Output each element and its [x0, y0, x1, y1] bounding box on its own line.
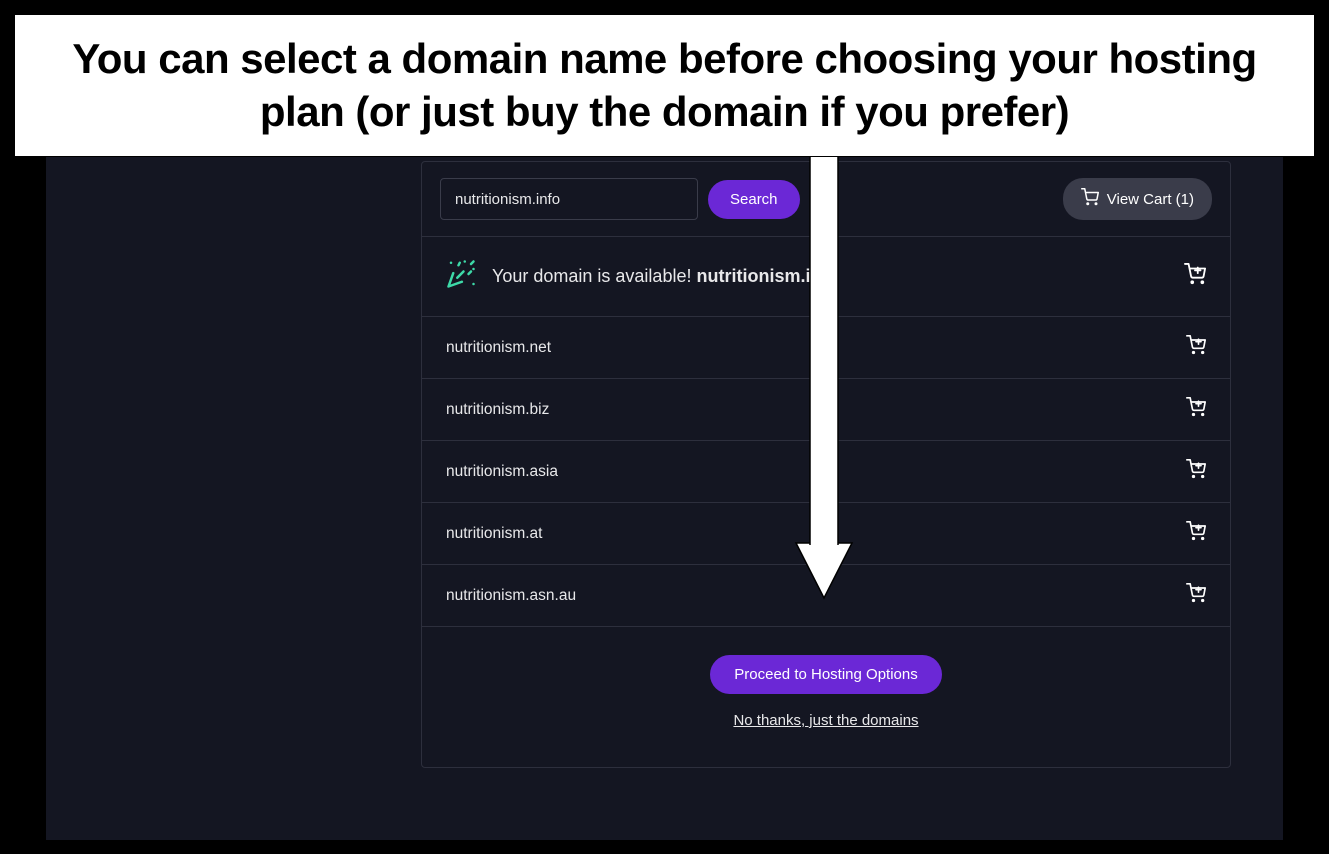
add-to-cart-icon[interactable]	[1184, 263, 1206, 290]
domain-available-row: Your domain is available! nutritionism.i…	[422, 236, 1230, 316]
available-prefix: Your domain is available!	[492, 266, 696, 286]
app-frame: Search View Cart (1) Your domain is avai…	[46, 155, 1283, 840]
search-button[interactable]: Search	[708, 180, 800, 219]
domain-suggestion-name: nutritionism.at	[446, 525, 1186, 543]
domain-suggestion-name: nutritionism.asia	[446, 463, 1186, 481]
annotation-banner: You can select a domain name before choo…	[14, 14, 1315, 157]
add-to-cart-icon[interactable]	[1186, 521, 1206, 546]
view-cart-button[interactable]: View Cart (1)	[1063, 178, 1212, 220]
add-to-cart-icon[interactable]	[1186, 397, 1206, 422]
domain-suggestion-row: nutritionism.biz	[422, 378, 1230, 440]
card-footer: Proceed to Hosting Options No thanks, ju…	[422, 626, 1230, 767]
cart-icon	[1081, 188, 1099, 210]
domain-suggestion-name: nutritionism.asn.au	[446, 587, 1186, 605]
annotation-text: You can select a domain name before choo…	[43, 33, 1286, 138]
domain-search-card: Search View Cart (1) Your domain is avai…	[421, 161, 1231, 768]
add-to-cart-icon[interactable]	[1186, 459, 1206, 484]
proceed-to-hosting-button[interactable]: Proceed to Hosting Options	[710, 655, 941, 694]
domain-suggestion-name: nutritionism.net	[446, 339, 1186, 357]
domain-search-input[interactable]	[440, 178, 698, 220]
confetti-icon	[446, 259, 476, 294]
domain-suggestion-row: nutritionism.asia	[422, 440, 1230, 502]
domain-suggestion-row: nutritionism.at	[422, 502, 1230, 564]
domain-suggestion-name: nutritionism.biz	[446, 401, 1186, 419]
available-domain: nutritionism.info	[696, 266, 838, 286]
search-row: Search View Cart (1)	[422, 162, 1230, 236]
add-to-cart-icon[interactable]	[1186, 335, 1206, 360]
domain-suggestion-row: nutritionism.net	[422, 316, 1230, 378]
view-cart-label: View Cart (1)	[1107, 191, 1194, 208]
domain-available-text: Your domain is available! nutritionism.i…	[492, 266, 1168, 287]
no-thanks-link[interactable]: No thanks, just the domains	[733, 712, 918, 729]
domain-suggestion-row: nutritionism.asn.au	[422, 564, 1230, 626]
add-to-cart-icon[interactable]	[1186, 583, 1206, 608]
